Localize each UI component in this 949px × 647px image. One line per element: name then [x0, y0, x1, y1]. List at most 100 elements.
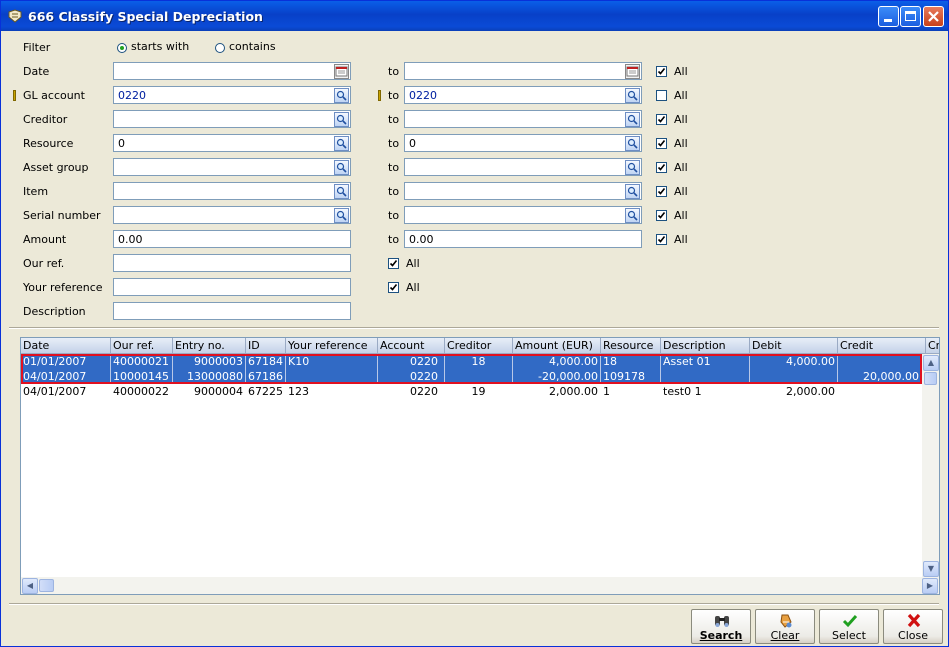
column-header-creditor[interactable]: Creditor — [445, 338, 513, 354]
table-row[interactable]: 04/01/2007 10000145 13000080 67186 0220 … — [21, 369, 922, 384]
clear-button[interactable]: Clear — [755, 609, 815, 644]
serial-number-to-label: to — [388, 209, 400, 222]
our-ref-all-checkbox[interactable] — [388, 258, 399, 269]
cell-description: Asset 01 — [661, 354, 750, 369]
lookup-button[interactable] — [625, 160, 640, 175]
scroll-up-button[interactable]: ▲ — [923, 355, 939, 371]
description-input[interactable] — [113, 302, 351, 320]
column-header-account[interactable]: Account — [378, 338, 445, 354]
search-button[interactable]: Search — [691, 609, 751, 644]
asset-group-all-checkbox[interactable] — [656, 162, 667, 173]
column-header-entry-no[interactable]: Entry no. — [173, 338, 246, 354]
gl-account-from-input[interactable]: 0220 — [113, 86, 351, 104]
creditor-to-input[interactable] — [404, 110, 642, 128]
lookup-button[interactable] — [625, 136, 640, 151]
cell-your-reference: K10 — [286, 354, 378, 369]
date-all-checkbox[interactable] — [656, 66, 667, 77]
date-to-input[interactable] — [404, 62, 642, 80]
vertical-scrollbar[interactable]: ▲ ▼ — [922, 354, 939, 578]
calendar-button[interactable] — [625, 64, 640, 79]
creditor-from-input[interactable] — [113, 110, 351, 128]
gl-account-label: GL account — [23, 89, 85, 102]
starts-with-radio[interactable] — [117, 43, 127, 53]
maximize-icon — [905, 11, 916, 21]
column-header-date[interactable]: Date — [21, 338, 111, 354]
amount-to-label: to — [388, 233, 400, 246]
scroll-left-button[interactable]: ◀ — [22, 578, 38, 594]
item-to-input[interactable] — [404, 182, 642, 200]
close-x-icon — [907, 613, 921, 628]
asset-group-to-input[interactable] — [404, 158, 642, 176]
cell-creditor: 18 — [445, 354, 513, 369]
column-header-credit[interactable]: Credit — [838, 338, 926, 354]
horizontal-scrollbar[interactable]: ◀ ▶ — [21, 577, 939, 594]
calendar-button[interactable] — [334, 64, 349, 79]
vertical-scroll-thumb[interactable] — [924, 372, 937, 385]
close-button[interactable]: Close — [883, 609, 943, 644]
cell-id: 67186 — [246, 369, 286, 384]
column-header-amount[interactable]: Amount (EUR) — [513, 338, 601, 354]
cell-your-reference: 123 — [288, 385, 309, 398]
column-header-your-reference[interactable]: Your reference — [286, 338, 378, 354]
scroll-right-button[interactable]: ▶ — [922, 578, 938, 594]
amount-all-label: All — [674, 233, 688, 246]
results-grid[interactable]: Date Our ref. Entry no. ID Your referenc… — [20, 337, 940, 595]
amount-label: Amount — [23, 233, 67, 246]
asset-group-to-label: to — [388, 161, 400, 174]
horizontal-scroll-thumb[interactable] — [39, 579, 54, 592]
our-ref-input[interactable] — [113, 254, 351, 272]
gl-account-to-label: to — [388, 89, 400, 102]
resource-from-input[interactable]: 0 — [113, 134, 351, 152]
asset-group-from-input[interactable] — [113, 158, 351, 176]
maximize-button[interactable] — [900, 6, 921, 27]
lookup-button[interactable] — [334, 184, 349, 199]
table-row[interactable]: 04/01/2007 40000022 9000004 67225 123 02… — [21, 384, 922, 399]
item-all-checkbox[interactable] — [656, 186, 667, 197]
resource-to-input[interactable]: 0 — [404, 134, 642, 152]
serial-number-to-input[interactable] — [404, 206, 642, 224]
gl-account-to-input[interactable]: 0220 — [404, 86, 642, 104]
item-from-input[interactable] — [113, 182, 351, 200]
date-from-input[interactable] — [113, 62, 351, 80]
serial-number-from-input[interactable] — [113, 206, 351, 224]
magnifier-icon — [336, 210, 347, 221]
amount-all-checkbox[interactable] — [656, 234, 667, 245]
resource-all-checkbox[interactable] — [656, 138, 667, 149]
column-header-cr[interactable]: Cr — [926, 338, 939, 354]
serial-number-all-checkbox[interactable] — [656, 210, 667, 221]
gl-account-all-label: All — [674, 89, 688, 102]
creditor-all-checkbox[interactable] — [656, 114, 667, 125]
your-reference-input[interactable] — [113, 278, 351, 296]
minimize-button[interactable] — [878, 6, 899, 27]
contains-radio[interactable] — [215, 43, 225, 53]
column-header-description[interactable]: Description — [661, 338, 750, 354]
table-row[interactable]: 01/01/2007 40000021 9000003 67184 K10 02… — [21, 354, 922, 369]
close-window-button[interactable] — [923, 6, 944, 27]
window-title: 666 Classify Special Depreciation — [28, 9, 263, 24]
select-label: Select — [832, 629, 866, 642]
lookup-button[interactable] — [625, 112, 640, 127]
lookup-button[interactable] — [334, 136, 349, 151]
column-header-resource[interactable]: Resource — [601, 338, 661, 354]
scroll-down-button[interactable]: ▼ — [923, 561, 939, 577]
starts-with-label: starts with — [131, 40, 190, 53]
lookup-button[interactable] — [625, 208, 640, 223]
magnifier-icon — [627, 162, 638, 173]
lookup-button[interactable] — [334, 208, 349, 223]
lookup-button[interactable] — [334, 160, 349, 175]
title-bar[interactable]: 666 Classify Special Depreciation — [1, 1, 948, 31]
amount-to-input[interactable]: 0.00 — [404, 230, 642, 248]
gl-account-all-checkbox[interactable] — [656, 90, 667, 101]
column-header-id[interactable]: ID — [246, 338, 286, 354]
lookup-button[interactable] — [625, 88, 640, 103]
minimize-icon — [884, 19, 892, 22]
lookup-button[interactable] — [334, 88, 349, 103]
column-header-our-ref[interactable]: Our ref. — [111, 338, 173, 354]
your-reference-all-checkbox[interactable] — [388, 282, 399, 293]
cell-account: 0220 — [410, 385, 438, 398]
lookup-button[interactable] — [625, 184, 640, 199]
amount-from-input[interactable]: 0.00 — [113, 230, 351, 248]
select-button[interactable]: Select — [819, 609, 879, 644]
column-header-debit[interactable]: Debit — [750, 338, 838, 354]
lookup-button[interactable] — [334, 112, 349, 127]
